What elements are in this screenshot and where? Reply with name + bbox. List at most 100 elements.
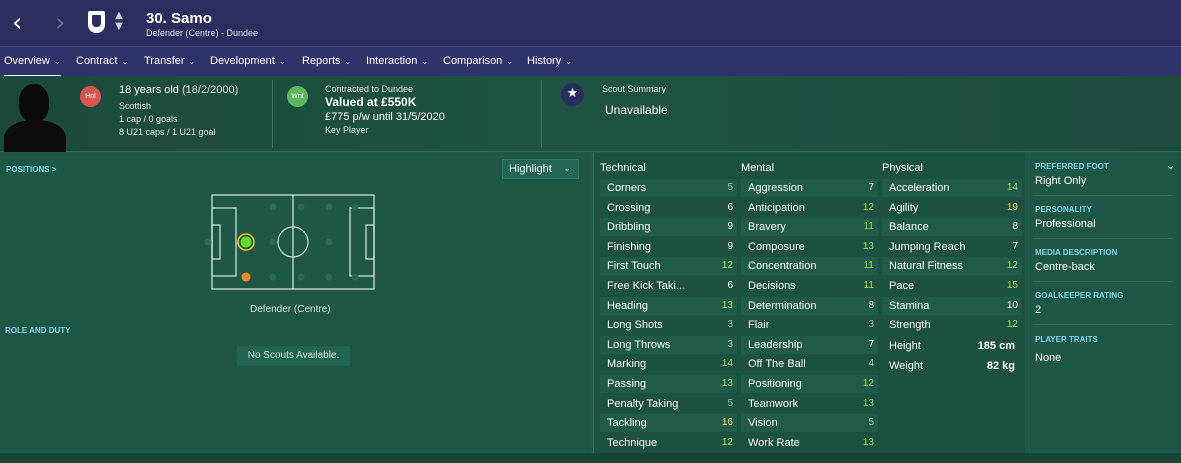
highlight-dropdown[interactable]: Highlight ⌄ xyxy=(502,159,579,179)
divider xyxy=(1033,238,1173,239)
attribute-name: Decisions xyxy=(748,280,796,292)
attribute-row[interactable]: Crossing 6 xyxy=(600,199,737,217)
attribute-row[interactable]: Acceleration 14 xyxy=(882,179,1022,197)
attribute-row[interactable]: Natural Fitness 12 xyxy=(882,257,1022,276)
attribute-value: 8 xyxy=(868,299,874,311)
attribute-row[interactable]: Technique 12 xyxy=(600,434,737,452)
nation-badge: Hol xyxy=(80,86,101,107)
attribute-row[interactable]: Marking 14 xyxy=(600,355,737,373)
personality-value: Professional xyxy=(1035,218,1096,230)
tab-comparison[interactable]: Comparison ⌄ xyxy=(443,47,513,77)
attribute-row[interactable]: Positioning 12 xyxy=(741,375,878,393)
attribute-row[interactable]: Bravery 11 xyxy=(741,218,878,237)
attribute-row[interactable]: Jumping Reach 7 xyxy=(882,238,1022,256)
chevron-down-icon[interactable]: ▼ xyxy=(112,21,126,32)
technical-header: Technical xyxy=(600,162,646,174)
position-pitch xyxy=(204,194,375,290)
attribute-value: 14 xyxy=(721,358,733,370)
attribute-value: 5 xyxy=(868,417,874,429)
attribute-value: 7 xyxy=(868,338,874,350)
media-description-value: Centre-back xyxy=(1035,261,1095,273)
tab-interaction[interactable]: Interaction ⌄ xyxy=(366,47,428,77)
attribute-row[interactable]: Long Shots 3 xyxy=(600,316,737,334)
attribute-name: Work Rate xyxy=(748,436,800,449)
attribute-row[interactable]: Anticipation 12 xyxy=(741,199,878,217)
tab-history[interactable]: History ⌄ xyxy=(527,47,572,77)
chevron-down-icon: ⌄ xyxy=(278,57,286,66)
attribute-row[interactable]: Teamwork 13 xyxy=(741,395,878,413)
player-position-club: Defender (Centre) - Dundee xyxy=(146,28,259,38)
forward-arrow-icon[interactable]: › xyxy=(55,10,65,36)
back-arrow-icon[interactable]: ‹ xyxy=(12,10,22,36)
player-value: Valued at £550K xyxy=(325,95,417,109)
mental-header: Mental xyxy=(741,162,775,174)
positions-link[interactable]: POSITIONS > xyxy=(6,165,56,174)
attribute-row[interactable]: Heading 13 xyxy=(600,296,737,315)
secondary-position-dot xyxy=(241,272,251,282)
goalkeeper-rating-label: GOALKEEPER RATING xyxy=(1035,291,1124,300)
attribute-row[interactable]: Work Rate 13 xyxy=(741,434,878,452)
attribute-row[interactable]: Off The Ball 4 xyxy=(741,355,878,373)
attribute-value: 8 xyxy=(1012,221,1018,233)
attribute-name: Aggression xyxy=(748,182,804,194)
attribute-value: 4 xyxy=(868,358,874,370)
attribute-name: Vision xyxy=(748,417,778,430)
attribute-name: Teamwork xyxy=(748,397,799,410)
attribute-name: Off The Ball xyxy=(748,358,806,371)
tab-contract[interactable]: Contract ⌄ xyxy=(76,47,128,77)
attribute-value: 6 xyxy=(727,201,733,213)
attribute-name: Crossing xyxy=(607,201,651,214)
attribute-row[interactable]: Free Kick Taki... 6 xyxy=(600,277,737,295)
chevron-down-icon: ⌄ xyxy=(53,57,61,66)
attribute-row[interactable]: Corners 5 xyxy=(600,179,737,197)
attribute-row[interactable]: Tackling 16 xyxy=(600,414,737,433)
attribute-row[interactable]: Passing 13 xyxy=(600,375,737,393)
attribute-row[interactable]: Determination 8 xyxy=(741,296,878,315)
chevron-down-icon[interactable]: ⌄ xyxy=(1166,159,1175,172)
attribute-row[interactable]: Pace 15 xyxy=(882,277,1022,295)
star-icon[interactable]: ★ xyxy=(561,83,584,106)
chevron-up-icon[interactable]: ▲ xyxy=(112,10,126,21)
attribute-row[interactable]: Stamina 10 xyxy=(882,296,1022,315)
player-switcher[interactable]: ▲ ▼ xyxy=(112,10,126,32)
attribute-row[interactable]: Aggression 7 xyxy=(741,179,878,197)
date-of-birth: (18/2/2000) xyxy=(182,84,239,96)
attribute-value: 12 xyxy=(721,436,733,448)
attribute-row[interactable]: First Touch 12 xyxy=(600,257,737,276)
attribute-row[interactable]: Strength 12 xyxy=(882,316,1022,334)
media-description-label: MEDIA DESCRIPTION xyxy=(1035,248,1118,257)
club-crest-icon[interactable] xyxy=(88,11,105,33)
attribute-row[interactable]: Finishing 9 xyxy=(600,238,737,256)
attribute-row[interactable]: Composure 13 xyxy=(741,238,878,256)
attribute-value: 3 xyxy=(727,338,733,350)
attribute-row[interactable]: Vision 5 xyxy=(741,414,878,433)
tab-transfer[interactable]: Transfer ⌄ xyxy=(144,47,195,77)
tab-reports[interactable]: Reports ⌄ xyxy=(302,47,351,77)
tab-overview[interactable]: Overview ⌄ xyxy=(4,47,61,77)
attribute-name: Long Throws xyxy=(607,338,671,351)
weight-label: Weight xyxy=(889,360,924,372)
attribute-row[interactable]: Balance 8 xyxy=(882,218,1022,237)
attribute-row[interactable]: Flair 3 xyxy=(741,316,878,334)
attribute-row[interactable]: Dribbling 9 xyxy=(600,218,737,237)
attribute-name: Leadership xyxy=(748,338,803,351)
contract-wage: £775 p/w until 31/5/2020 xyxy=(325,111,445,123)
attribute-row[interactable]: Concentration 11 xyxy=(741,257,878,276)
attribute-value: 11 xyxy=(863,221,874,233)
attribute-row[interactable]: Agility 19 xyxy=(882,199,1022,217)
preferred-foot-label: PREFERRED FOOT xyxy=(1035,162,1109,171)
preferred-foot-value: Right Only xyxy=(1035,175,1087,187)
senior-caps: 1 cap / 0 goals xyxy=(119,114,178,124)
divider xyxy=(541,80,542,148)
attribute-value: 12 xyxy=(1006,260,1018,272)
attribute-row[interactable]: Leadership 7 xyxy=(741,335,878,354)
attribute-row[interactable]: Long Throws 3 xyxy=(600,335,737,354)
attribute-value: 9 xyxy=(727,221,733,233)
attribute-row[interactable]: Penalty Taking 5 xyxy=(600,395,737,413)
tab-development[interactable]: Development ⌄ xyxy=(210,47,286,77)
player-traits-value: None xyxy=(1035,352,1062,364)
attribute-row[interactable]: Decisions 11 xyxy=(741,277,878,295)
attribute-name: Jumping Reach xyxy=(889,240,966,253)
scout-summary-value: Unavailable xyxy=(605,103,668,117)
attribute-value: 13 xyxy=(721,299,733,311)
